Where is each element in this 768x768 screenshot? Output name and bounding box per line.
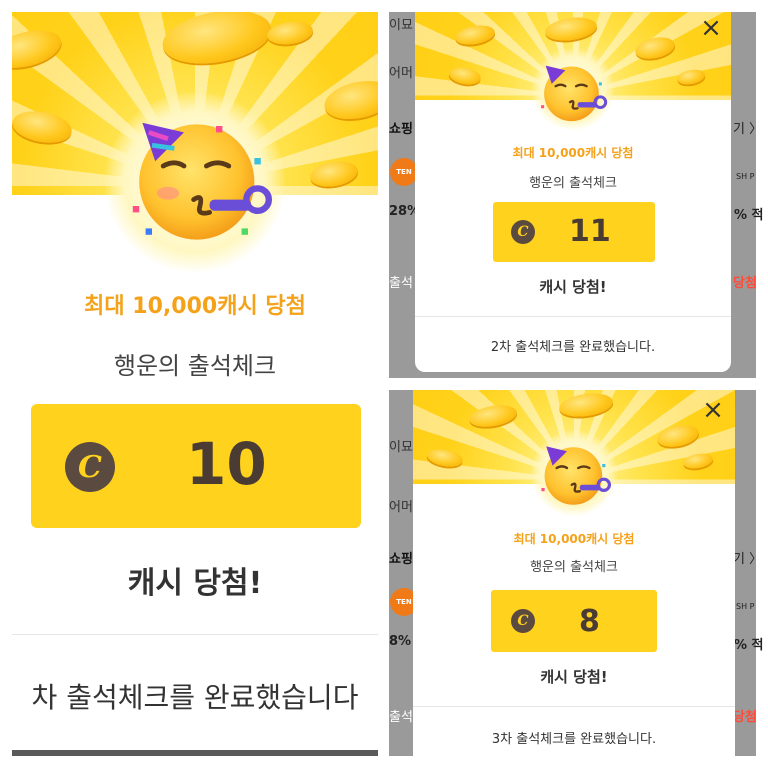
cash-coin-icon: C	[511, 220, 535, 244]
bg-label: 어머	[389, 66, 413, 81]
cash-amount: 8	[579, 604, 600, 639]
bg-attend-label: 출석	[389, 276, 413, 291]
cash-amount-box: C 8	[491, 590, 657, 652]
attendance-popup-large: 최대 10,000캐시 당첨 행운의 출석체크 C 10 캐시 당첨! 차 출석…	[12, 12, 378, 756]
bg-label: 이묘	[389, 18, 413, 33]
attendance-completed-message: 3차 출석체크를 완료했습니다.	[491, 732, 657, 747]
lucky-attendance-subtitle: 행운의 출석체크	[113, 352, 277, 380]
cash-amount-box: C 11	[493, 202, 655, 262]
cash-amount: 10	[186, 430, 267, 498]
max-cash-title: 최대 10,000캐시 당첨	[512, 146, 634, 160]
divider	[415, 316, 731, 317]
party-face-emoji	[132, 122, 272, 240]
lucky-attendance-subtitle: 행운의 출석체크	[529, 176, 617, 191]
bg-label: 쇼핑	[389, 552, 413, 567]
bottom-bar	[12, 750, 378, 756]
max-cash-title: 최대 10,000캐시 당첨	[513, 532, 635, 546]
cash-amount: 11	[569, 214, 611, 249]
bg-prize-tag: 당첨	[733, 710, 757, 725]
bg-percent-right: % 적	[734, 638, 764, 653]
cash-amount-box: C 10	[31, 404, 361, 528]
bg-more-chevron: 기 〉	[733, 122, 763, 137]
attendance-popup-3: × 최대 10,000캐시 당첨 행운의 출석체크 C 8 캐시 당첨! 3차 …	[413, 390, 735, 756]
shop-logo: TEN	[390, 158, 418, 186]
party-face-emoji	[541, 446, 611, 505]
close-button[interactable]: ×	[701, 397, 725, 423]
bg-label: 쇼핑	[389, 122, 413, 137]
max-cash-title: 최대 10,000캐시 당첨	[84, 294, 306, 319]
attendance-popup-2: × 최대 10,000캐시 당첨 행운의 출석체크 C 11 캐시 당첨! 2차…	[415, 12, 731, 372]
attendance-completed-message: 2차 출석체크를 완료했습니다.	[490, 340, 656, 355]
cash-coin-icon: C	[511, 609, 535, 633]
bg-shop-label: SH P	[736, 602, 755, 611]
lucky-attendance-subtitle: 행운의 출석체크	[530, 560, 618, 575]
cash-coin-icon: C	[65, 442, 115, 492]
cash-won-label: 캐시 당첨!	[127, 566, 263, 601]
bg-shop-label: SH P	[736, 172, 755, 181]
cash-won-label: 캐시 당첨!	[539, 278, 607, 296]
attendance-completed-message: 차 출석체크를 완료했습니다	[31, 681, 359, 714]
bg-percent: 8%	[389, 634, 412, 649]
party-face-emoji	[541, 65, 608, 122]
bg-prize-tag: 당첨	[733, 276, 757, 291]
bg-more-chevron: 기 〉	[733, 552, 763, 567]
bg-label: 이묘	[389, 440, 413, 455]
bg-attend-label: 출석	[389, 710, 413, 725]
divider	[12, 634, 378, 635]
cash-won-label: 캐시 당첨!	[540, 668, 608, 686]
close-button[interactable]: ×	[699, 15, 723, 41]
bg-percent-right: % 적	[734, 208, 764, 223]
bg-label: 어머	[389, 500, 413, 515]
divider	[413, 706, 735, 707]
